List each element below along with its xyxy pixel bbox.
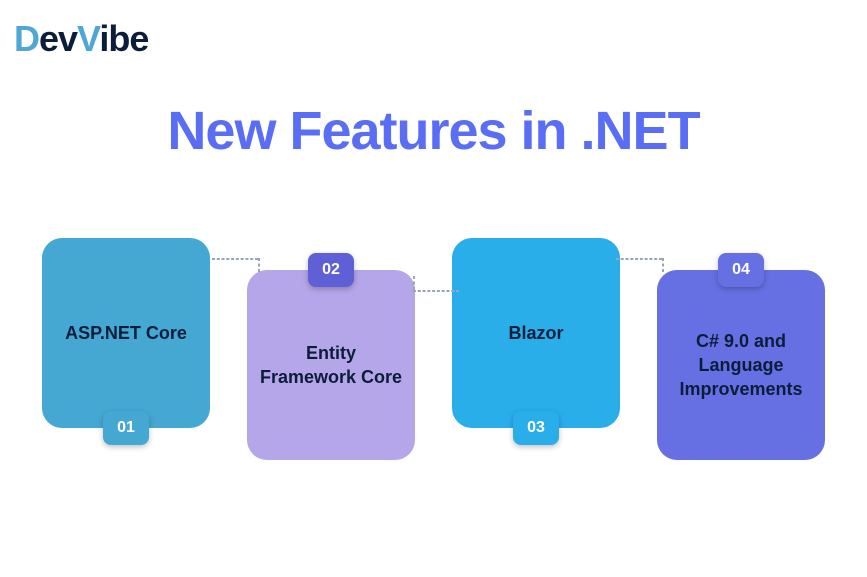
card-aspnet-core: ASP.NET Core 01 xyxy=(42,238,210,428)
card-label: Blazor xyxy=(508,321,563,345)
connector-line xyxy=(616,258,662,260)
card-number-badge: 03 xyxy=(513,411,559,445)
card-entity-framework-core: 02 Entity Framework Core xyxy=(247,270,415,460)
logo-part-d: D xyxy=(14,18,39,59)
card-csharp-language-improvements: 04 C# 9.0 and Language Improvements xyxy=(657,270,825,460)
card-number-badge: 04 xyxy=(718,253,764,287)
card-label: Entity Framework Core xyxy=(259,341,403,390)
connector-line xyxy=(212,258,258,260)
connector-line xyxy=(662,258,664,272)
card-label: ASP.NET Core xyxy=(65,321,187,345)
card-label: C# 9.0 and Language Improvements xyxy=(669,329,813,402)
logo-part-ev: ev xyxy=(39,18,77,59)
card-blazor: Blazor 03 xyxy=(452,238,620,428)
logo-part-v: V xyxy=(77,18,99,59)
card-number-badge: 01 xyxy=(103,411,149,445)
connector-line xyxy=(413,276,415,290)
logo-part-ibe: ibe xyxy=(99,18,148,59)
logo: DevVibe xyxy=(14,18,148,60)
card-number-badge: 02 xyxy=(308,253,354,287)
page-title: New Features in .NET xyxy=(0,100,867,162)
connector-line xyxy=(258,258,260,272)
connector-line xyxy=(413,290,459,292)
feature-cards: ASP.NET Core 01 02 Entity Framework Core… xyxy=(42,238,825,460)
